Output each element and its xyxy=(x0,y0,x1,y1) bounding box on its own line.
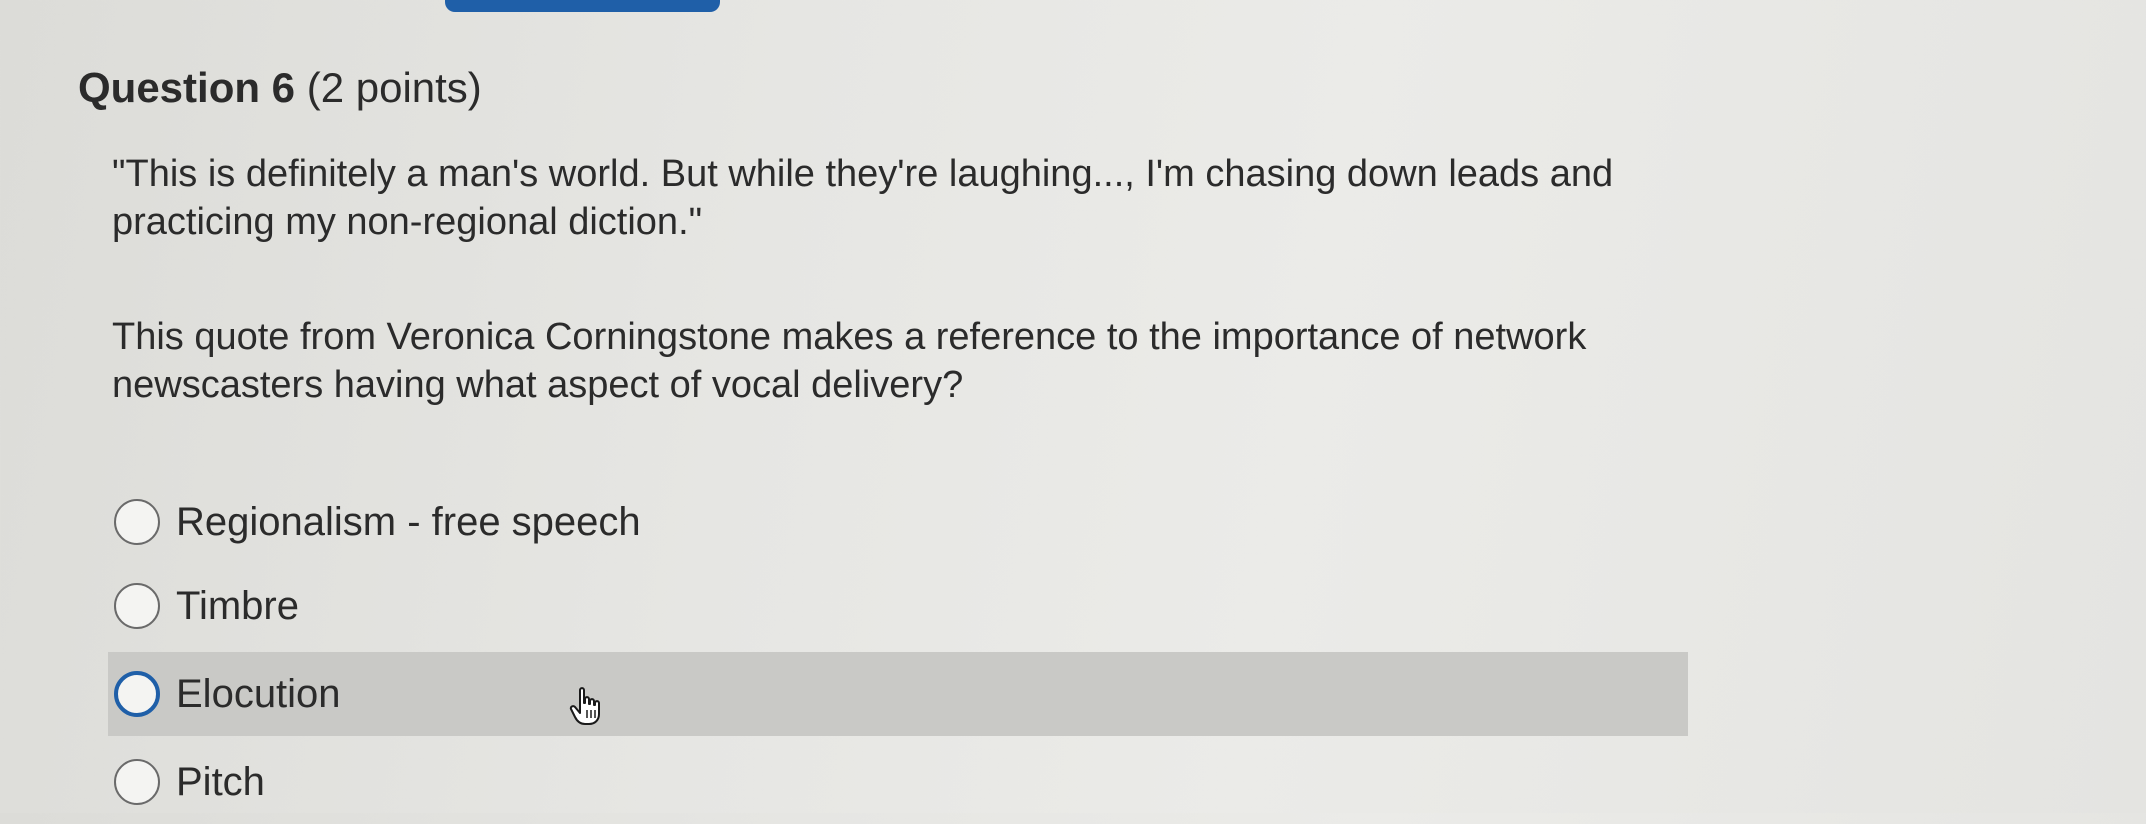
question-prompt: This quote from Veronica Corningstone ma… xyxy=(112,316,1587,406)
answer-option-label: Regionalism - free speech xyxy=(176,500,641,544)
answer-option-timbre[interactable]: Timbre xyxy=(108,564,1688,648)
answer-option-pitch[interactable]: Pitch xyxy=(108,740,1688,824)
radio-button[interactable] xyxy=(114,583,160,629)
radio-button[interactable] xyxy=(114,671,160,717)
question-points: (2 points) xyxy=(306,64,482,111)
answer-option-label: Timbre xyxy=(176,584,299,628)
answer-option-regionalism[interactable]: Regionalism - free speech xyxy=(108,480,1688,564)
question-number: Question 6 xyxy=(78,64,296,111)
question-title: Question 6 (2 points) xyxy=(78,62,482,114)
answer-option-elocution[interactable]: Elocution xyxy=(108,652,1688,736)
radio-button[interactable] xyxy=(114,499,160,545)
answer-option-label: Pitch xyxy=(176,760,265,804)
top-nav-button[interactable] xyxy=(445,0,720,12)
hand-pointer-icon xyxy=(569,687,600,725)
answer-option-label: Elocution xyxy=(176,672,341,716)
radio-button[interactable] xyxy=(114,759,160,805)
question-quote: "This is definitely a man's world. But w… xyxy=(112,153,1614,243)
